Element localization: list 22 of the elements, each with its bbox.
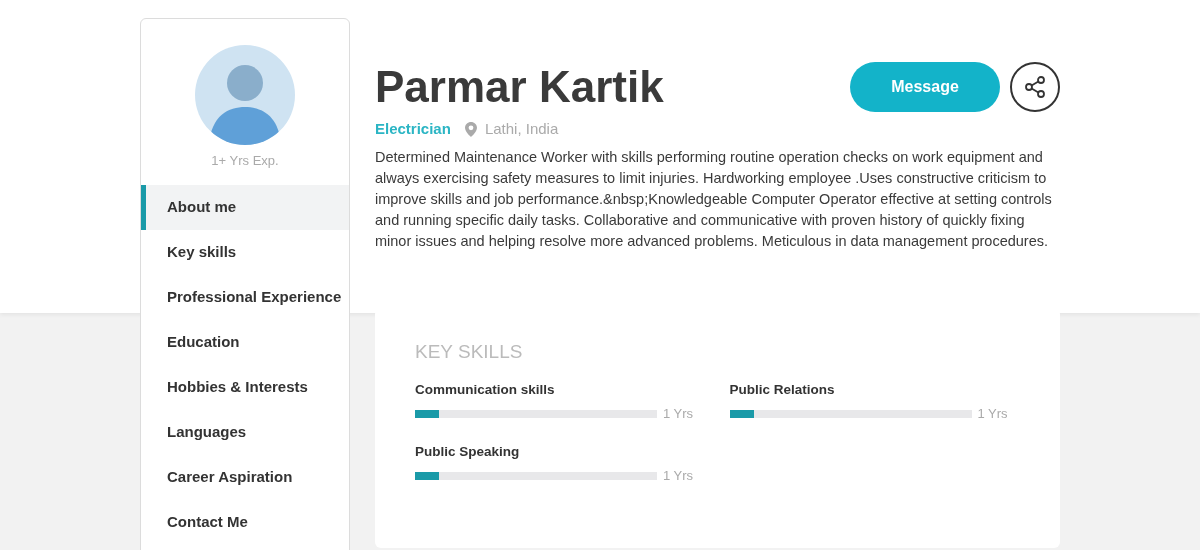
location-pin-icon	[464, 121, 477, 137]
section-title: KEY SKILLS	[415, 339, 524, 364]
skill-duration: 1 Yrs	[977, 405, 1008, 424]
sidebar-item[interactable]: Key skills	[141, 229, 349, 275]
sidebar-item[interactable]: Education	[141, 319, 349, 365]
sidebar-item[interactable]: Career Aspiration	[141, 454, 349, 500]
sidebar-item[interactable]: Contact Me	[141, 499, 349, 545]
experience-text: 1+ Yrs Exp.	[211, 152, 279, 170]
skill-name: Public Speaking	[415, 442, 521, 461]
job-title: Electrician	[375, 119, 451, 139]
sidebar-item[interactable]: About me	[141, 184, 349, 230]
sidebar-item[interactable]: Professional Experience	[141, 274, 349, 320]
profile-name: Parmar Kartik	[375, 62, 664, 112]
profile-summary: Determined Maintenance Worker with skills performing routine operation checks on work equipment and always exercising safety measures to limit injuries. Hardworking employee .Uses constructive criticism to improve skills and job performance.&nbsp;Knowledgeable Computer Operator effective at setting controls and running specific daily tasks. Collaborative and communicative with proven history of quickly fixing minor issues and helping resolve more advanced problems. Meticulous in data management procedures.	[375, 147, 1053, 251]
skill-name: Public Relations	[729, 381, 836, 399]
skill-name: Communication skills	[415, 381, 556, 399]
sidebar-item[interactable]: Hobbies & Interests	[141, 364, 349, 410]
share-icon[interactable]	[1010, 62, 1060, 112]
skill-duration: 1 Yrs	[663, 405, 694, 424]
skill-duration: 1 Yrs	[663, 467, 694, 485]
sidebar-item[interactable]: Languages	[141, 409, 349, 455]
location-text: Lathi, India	[484, 119, 559, 139]
